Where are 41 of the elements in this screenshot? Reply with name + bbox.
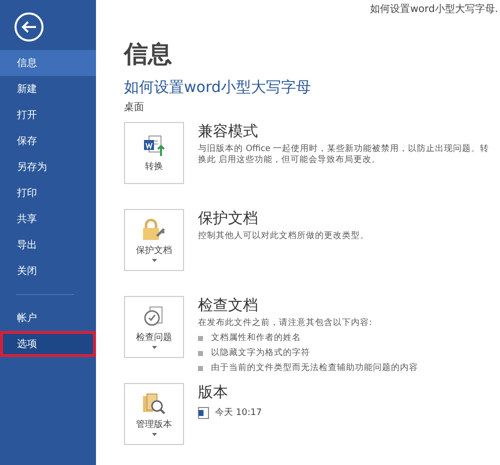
section-title: 检查文档 [198, 296, 259, 315]
action-button[interactable]: 保护文档 [124, 209, 184, 271]
section-title: 兼容模式 [198, 122, 259, 141]
menu-item[interactable]: 新建 [0, 76, 96, 102]
caret-icon [152, 346, 156, 349]
window-title: 如何设置word小型大写字母. [370, 2, 498, 16]
menu-item[interactable]: 保存 [0, 128, 96, 154]
section-description: 控制其他人可以对此文档所做的更改类型。 [198, 231, 369, 242]
section-description: 与旧版本的 Office 一起使用时，某些新功能被禁用，以防止出现问题。转换此 启用这些功能，但可能会导致布局更改。 [198, 144, 490, 167]
action-button[interactable]: 管理版本 [124, 383, 184, 445]
document-location: 桌面 [124, 100, 145, 114]
version-entry[interactable]: 今天 10:17 [215, 406, 262, 419]
section-description: 在发布此文件之前，请注意其包含以下内容: [198, 318, 373, 330]
document-history-icon [141, 392, 167, 416]
back-icon[interactable] [14, 12, 44, 42]
section-title: 保护文档 [198, 209, 259, 228]
bullet-text: 以隐藏文字为格式的字符 [211, 347, 310, 360]
bullet-icon [198, 350, 203, 356]
bullet-icon [198, 336, 203, 341]
menu-item[interactable]: 另存为 [0, 154, 96, 180]
bullet-icon [198, 366, 203, 371]
action-button[interactable]: 转换 [124, 122, 184, 184]
document-title: 如何设置word小型大写字母 [124, 78, 312, 97]
menu-item[interactable]: 打开 [0, 102, 96, 128]
caret-icon [152, 259, 156, 262]
menu-item[interactable]: 导出 [0, 232, 96, 258]
bullet-text: 由于当前的文件类型而无法检查辅助功能问题的内容 [211, 362, 418, 374]
page-heading: 信息 [124, 39, 173, 70]
document-convert-icon [142, 134, 166, 158]
menu-item[interactable]: 选项 [0, 331, 96, 357]
menu-item[interactable]: 信息 [0, 50, 96, 76]
padlock-key-icon [141, 218, 167, 242]
menu-item[interactable]: 帐户 [0, 305, 96, 331]
bullet-text: 文档属性和作者的姓名 [211, 332, 301, 344]
section-title: 版本 [198, 383, 229, 402]
caret-icon [152, 433, 156, 436]
menu-item[interactable]: 打印 [0, 180, 96, 206]
menu-item[interactable]: 共享 [0, 206, 96, 232]
document-icon [198, 406, 209, 418]
action-button[interactable]: 检查问题 [124, 296, 184, 358]
menu-item[interactable]: 关闭 [0, 258, 96, 284]
